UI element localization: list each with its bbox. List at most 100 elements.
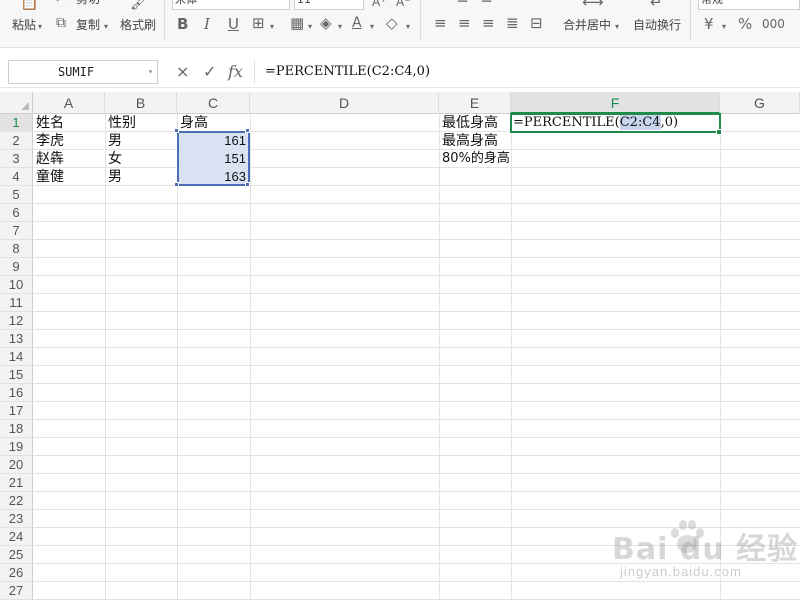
cut-button[interactable]: 剪切 xyxy=(76,0,100,7)
thousands-icon[interactable]: 000 xyxy=(762,16,785,32)
underline-button[interactable]: U xyxy=(228,16,239,32)
font-name-select[interactable]: 宋体 xyxy=(172,0,290,10)
row-header[interactable]: 27 xyxy=(0,582,33,600)
cell-b4[interactable]: 男 xyxy=(105,168,177,186)
align-middle-icon[interactable]: ═ xyxy=(482,0,491,8)
paste-button[interactable]: 粘贴 xyxy=(12,17,36,33)
increase-font-icon[interactable]: A⁺ xyxy=(372,0,387,10)
row-header[interactable]: 25 xyxy=(0,546,33,564)
cell-b2[interactable]: 男 xyxy=(105,132,177,150)
merge-center-icon[interactable]: ⟷ xyxy=(582,0,604,10)
format-painter-icon[interactable]: 🖌 xyxy=(130,0,149,10)
number-format-select[interactable]: 常规 xyxy=(698,0,800,10)
copy-button[interactable]: 复制 xyxy=(76,17,100,33)
row-header[interactable]: 8 xyxy=(0,240,33,258)
column-header-g[interactable]: G xyxy=(720,92,800,114)
row-header[interactable]: 20 xyxy=(0,456,33,474)
row-header[interactable]: 21 xyxy=(0,474,33,492)
row-header[interactable]: 19 xyxy=(0,438,33,456)
insert-function-icon[interactable]: fx xyxy=(228,62,243,82)
row-header[interactable]: 23 xyxy=(0,510,33,528)
copy-dropdown-icon[interactable]: ▾ xyxy=(104,19,108,35)
row-header[interactable]: 18 xyxy=(0,420,33,438)
font-size-select[interactable]: 11 xyxy=(294,0,364,10)
cancel-icon[interactable]: × xyxy=(176,62,189,82)
column-header-c[interactable]: C xyxy=(177,92,250,114)
row-header[interactable]: 12 xyxy=(0,312,33,330)
cell-e1[interactable]: 最低身高 xyxy=(439,114,511,132)
cell-a2[interactable]: 李虎 xyxy=(33,132,105,150)
currency-dropdown-icon[interactable]: ▾ xyxy=(722,19,726,35)
font-color-icon[interactable]: A xyxy=(352,15,362,31)
cell-c4[interactable]: 163 xyxy=(177,168,250,186)
wrap-text-button[interactable]: 自动换行 xyxy=(633,17,681,33)
cell-c1[interactable]: 身高 xyxy=(177,114,250,132)
format-painter-button[interactable]: 格式刷 xyxy=(120,17,156,33)
row-header[interactable]: 1 xyxy=(0,114,33,132)
font-color-dropdown-icon[interactable]: ▾ xyxy=(370,19,374,35)
wrap-text-icon[interactable]: ↵ xyxy=(650,0,663,10)
column-header-d[interactable]: D xyxy=(250,92,439,114)
copy-icon[interactable]: ⧉ xyxy=(56,15,66,31)
italic-button[interactable]: I xyxy=(204,16,210,32)
row-header[interactable]: 16 xyxy=(0,384,33,402)
percent-button[interactable]: % xyxy=(738,16,752,32)
row-header[interactable]: 14 xyxy=(0,348,33,366)
cell-e2[interactable]: 最高身高 xyxy=(439,132,511,150)
paste-dropdown-icon[interactable]: ▾ xyxy=(38,19,42,35)
row-header[interactable]: 9 xyxy=(0,258,33,276)
paste-icon[interactable]: 📋 xyxy=(20,0,39,10)
clear-format-icon[interactable]: ◇ xyxy=(386,15,398,31)
row-header[interactable]: 26 xyxy=(0,564,33,582)
align-top-icon[interactable]: ═ xyxy=(458,0,467,8)
cell-c3[interactable]: 151 xyxy=(177,150,250,168)
row-header[interactable]: 24 xyxy=(0,528,33,546)
row-header[interactable]: 13 xyxy=(0,330,33,348)
select-all-corner[interactable] xyxy=(0,92,33,114)
border-icon[interactable]: ⊞ xyxy=(252,15,265,31)
spreadsheet-grid[interactable]: A B C D E F G 1 2 3 4 5 6 7 8 9 10 11 12… xyxy=(0,92,800,600)
fill-color-icon[interactable]: ▦ xyxy=(290,15,304,31)
row-header[interactable]: 7 xyxy=(0,222,33,240)
cell-a3[interactable]: 赵犇 xyxy=(33,150,105,168)
cell-a4[interactable]: 童健 xyxy=(33,168,105,186)
align-left-icon[interactable]: ≡ xyxy=(434,15,447,31)
align-center-icon[interactable]: ≡ xyxy=(458,15,471,31)
row-header[interactable]: 3 xyxy=(0,150,33,168)
clear-dropdown-icon[interactable]: ▾ xyxy=(406,19,410,35)
bold-button[interactable]: B xyxy=(177,16,188,32)
row-header[interactable]: 2 xyxy=(0,132,33,150)
border-dropdown-icon[interactable]: ▾ xyxy=(270,19,274,35)
row-header[interactable]: 10 xyxy=(0,276,33,294)
align-right-icon[interactable]: ≡ xyxy=(482,15,495,31)
column-header-e[interactable]: E xyxy=(439,92,511,114)
row-header[interactable]: 6 xyxy=(0,204,33,222)
cell-a1[interactable]: 姓名 xyxy=(33,114,105,132)
cell-c2[interactable]: 161 xyxy=(177,132,250,150)
enter-icon[interactable]: ✓ xyxy=(203,62,216,82)
currency-button[interactable]: ¥ xyxy=(704,16,714,32)
row-header[interactable]: 22 xyxy=(0,492,33,510)
highlight-icon[interactable]: ◈ xyxy=(320,15,332,31)
name-box-dropdown-icon[interactable]: ▾ xyxy=(148,61,153,83)
name-box[interactable]: SUMIF ▾ xyxy=(8,60,158,84)
column-header-b[interactable]: B xyxy=(105,92,177,114)
row-header[interactable]: 5 xyxy=(0,186,33,204)
merge-center-button[interactable]: 合并居中 xyxy=(563,17,611,33)
cell-b3[interactable]: 女 xyxy=(105,150,177,168)
formula-input[interactable]: =PERCENTILE(C2:C4,0) xyxy=(254,60,800,84)
cell-b1[interactable]: 性别 xyxy=(105,114,177,132)
row-header[interactable]: 15 xyxy=(0,366,33,384)
cell-e3[interactable]: 80%的身高 xyxy=(439,150,511,168)
highlight-dropdown-icon[interactable]: ▾ xyxy=(338,19,342,35)
merge-dropdown-icon[interactable]: ▾ xyxy=(615,19,619,35)
justify-icon[interactable]: ≣ xyxy=(506,15,519,31)
row-header[interactable]: 17 xyxy=(0,402,33,420)
column-header-f[interactable]: F xyxy=(511,92,720,114)
decrease-font-icon[interactable]: A⁻ xyxy=(396,0,411,10)
active-cell-f1[interactable]: =PERCENTILE(C2:C4,0) xyxy=(510,113,721,133)
column-header-a[interactable]: A xyxy=(33,92,105,114)
fill-handle[interactable] xyxy=(716,129,722,135)
row-header[interactable]: 11 xyxy=(0,294,33,312)
cut-icon[interactable]: ✂ xyxy=(56,0,67,8)
